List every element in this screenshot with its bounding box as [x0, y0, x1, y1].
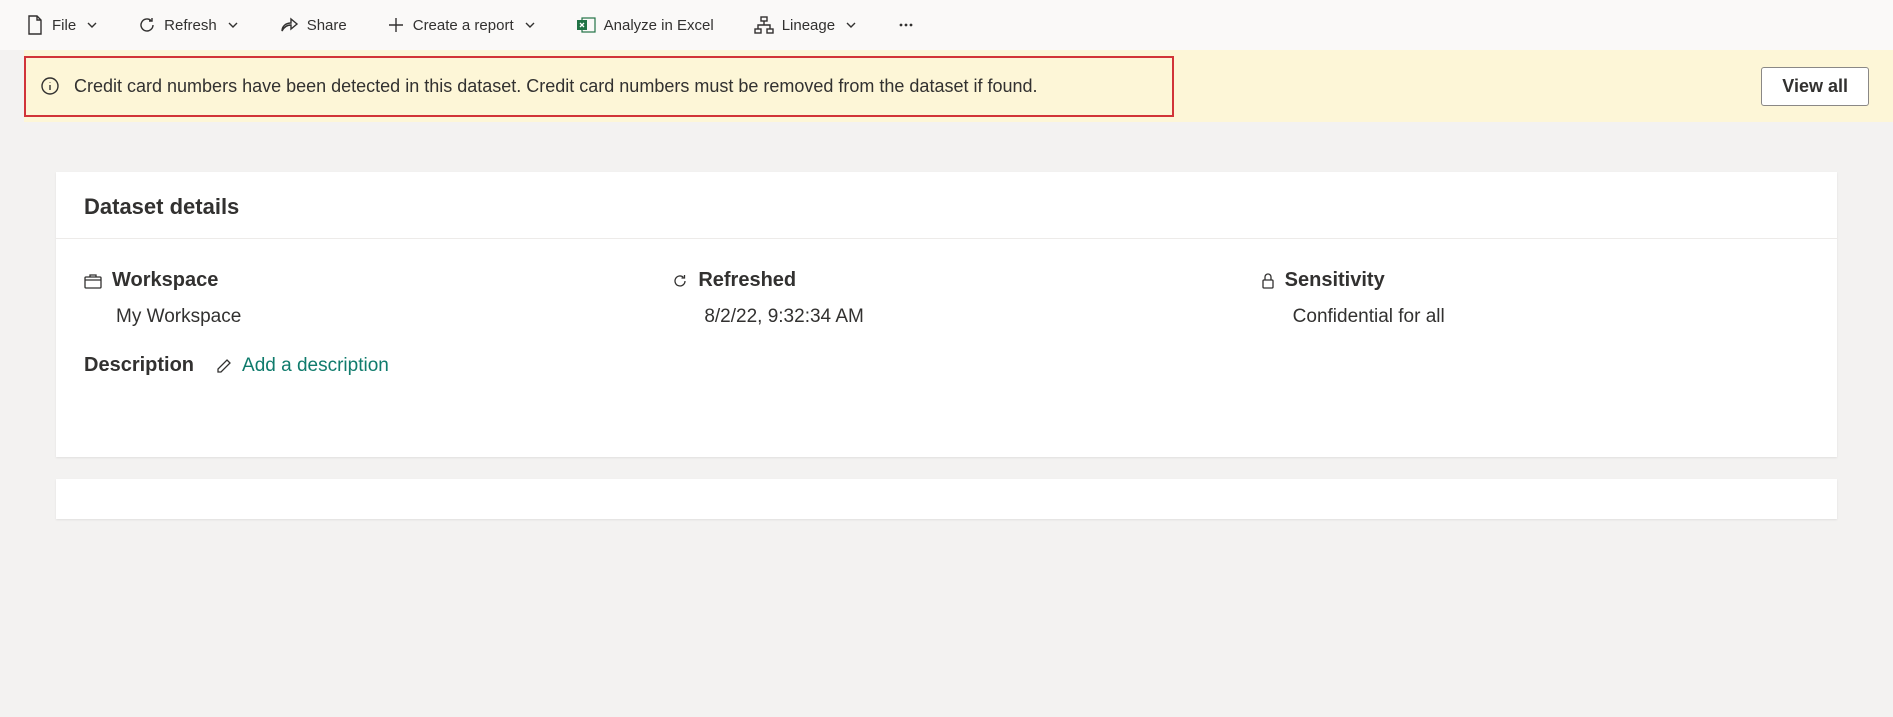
- warning-banner: Credit card numbers have been detected i…: [24, 50, 1893, 122]
- create-report-label: Create a report: [413, 17, 514, 34]
- lineage-icon: [754, 16, 774, 34]
- refreshed-meta: Refreshed 8/2/22, 9:32:34 AM: [672, 269, 1220, 328]
- add-description-link[interactable]: Add a description: [216, 355, 389, 377]
- refresh-button[interactable]: Refresh: [128, 10, 249, 40]
- info-icon: [40, 76, 60, 96]
- dataset-details-card: Dataset details Workspace My Workspace R…: [56, 172, 1837, 457]
- share-icon: [279, 16, 299, 34]
- view-all-button[interactable]: View all: [1761, 67, 1869, 106]
- description-row: Description Add a description: [56, 354, 1837, 457]
- chevron-down-icon: [86, 19, 98, 31]
- file-menu[interactable]: File: [16, 9, 108, 41]
- refreshed-label: Refreshed: [698, 269, 796, 292]
- chevron-down-icon: [524, 19, 536, 31]
- sensitivity-meta: Sensitivity Confidential for all: [1261, 269, 1809, 328]
- lock-icon: [1261, 273, 1275, 289]
- warning-banner-message: Credit card numbers have been detected i…: [74, 76, 1038, 97]
- next-card-placeholder: [56, 479, 1837, 519]
- chevron-down-icon: [227, 19, 239, 31]
- dataset-details-title: Dataset details: [56, 172, 1837, 239]
- content-area: Dataset details Workspace My Workspace R…: [0, 122, 1893, 519]
- workspace-meta: Workspace My Workspace: [84, 269, 632, 328]
- excel-icon: [576, 16, 596, 34]
- file-label: File: [52, 17, 76, 34]
- edit-icon: [216, 358, 232, 374]
- more-options-button[interactable]: [887, 10, 925, 40]
- file-icon: [26, 15, 44, 35]
- sensitivity-label: Sensitivity: [1285, 269, 1385, 292]
- lineage-button[interactable]: Lineage: [744, 10, 867, 40]
- add-description-label: Add a description: [242, 355, 389, 377]
- refresh-label: Refresh: [164, 17, 217, 34]
- analyze-excel-button[interactable]: Analyze in Excel: [566, 10, 724, 40]
- workspace-icon: [84, 273, 102, 289]
- sensitivity-value: Confidential for all: [1293, 306, 1809, 328]
- description-label: Description: [84, 354, 194, 377]
- share-label: Share: [307, 17, 347, 34]
- refresh-icon: [672, 273, 688, 289]
- share-button[interactable]: Share: [269, 10, 357, 40]
- workspace-label: Workspace: [112, 269, 218, 292]
- refreshed-value: 8/2/22, 9:32:34 AM: [704, 306, 1220, 328]
- plus-icon: [387, 16, 405, 34]
- workspace-value: My Workspace: [116, 306, 632, 328]
- create-report-button[interactable]: Create a report: [377, 10, 546, 40]
- chevron-down-icon: [845, 19, 857, 31]
- refresh-icon: [138, 16, 156, 34]
- more-icon: [897, 16, 915, 34]
- analyze-excel-label: Analyze in Excel: [604, 17, 714, 34]
- toolbar: File Refresh Share Create a report Analy…: [0, 0, 1893, 50]
- warning-banner-highlight: Credit card numbers have been detected i…: [24, 56, 1174, 117]
- lineage-label: Lineage: [782, 17, 835, 34]
